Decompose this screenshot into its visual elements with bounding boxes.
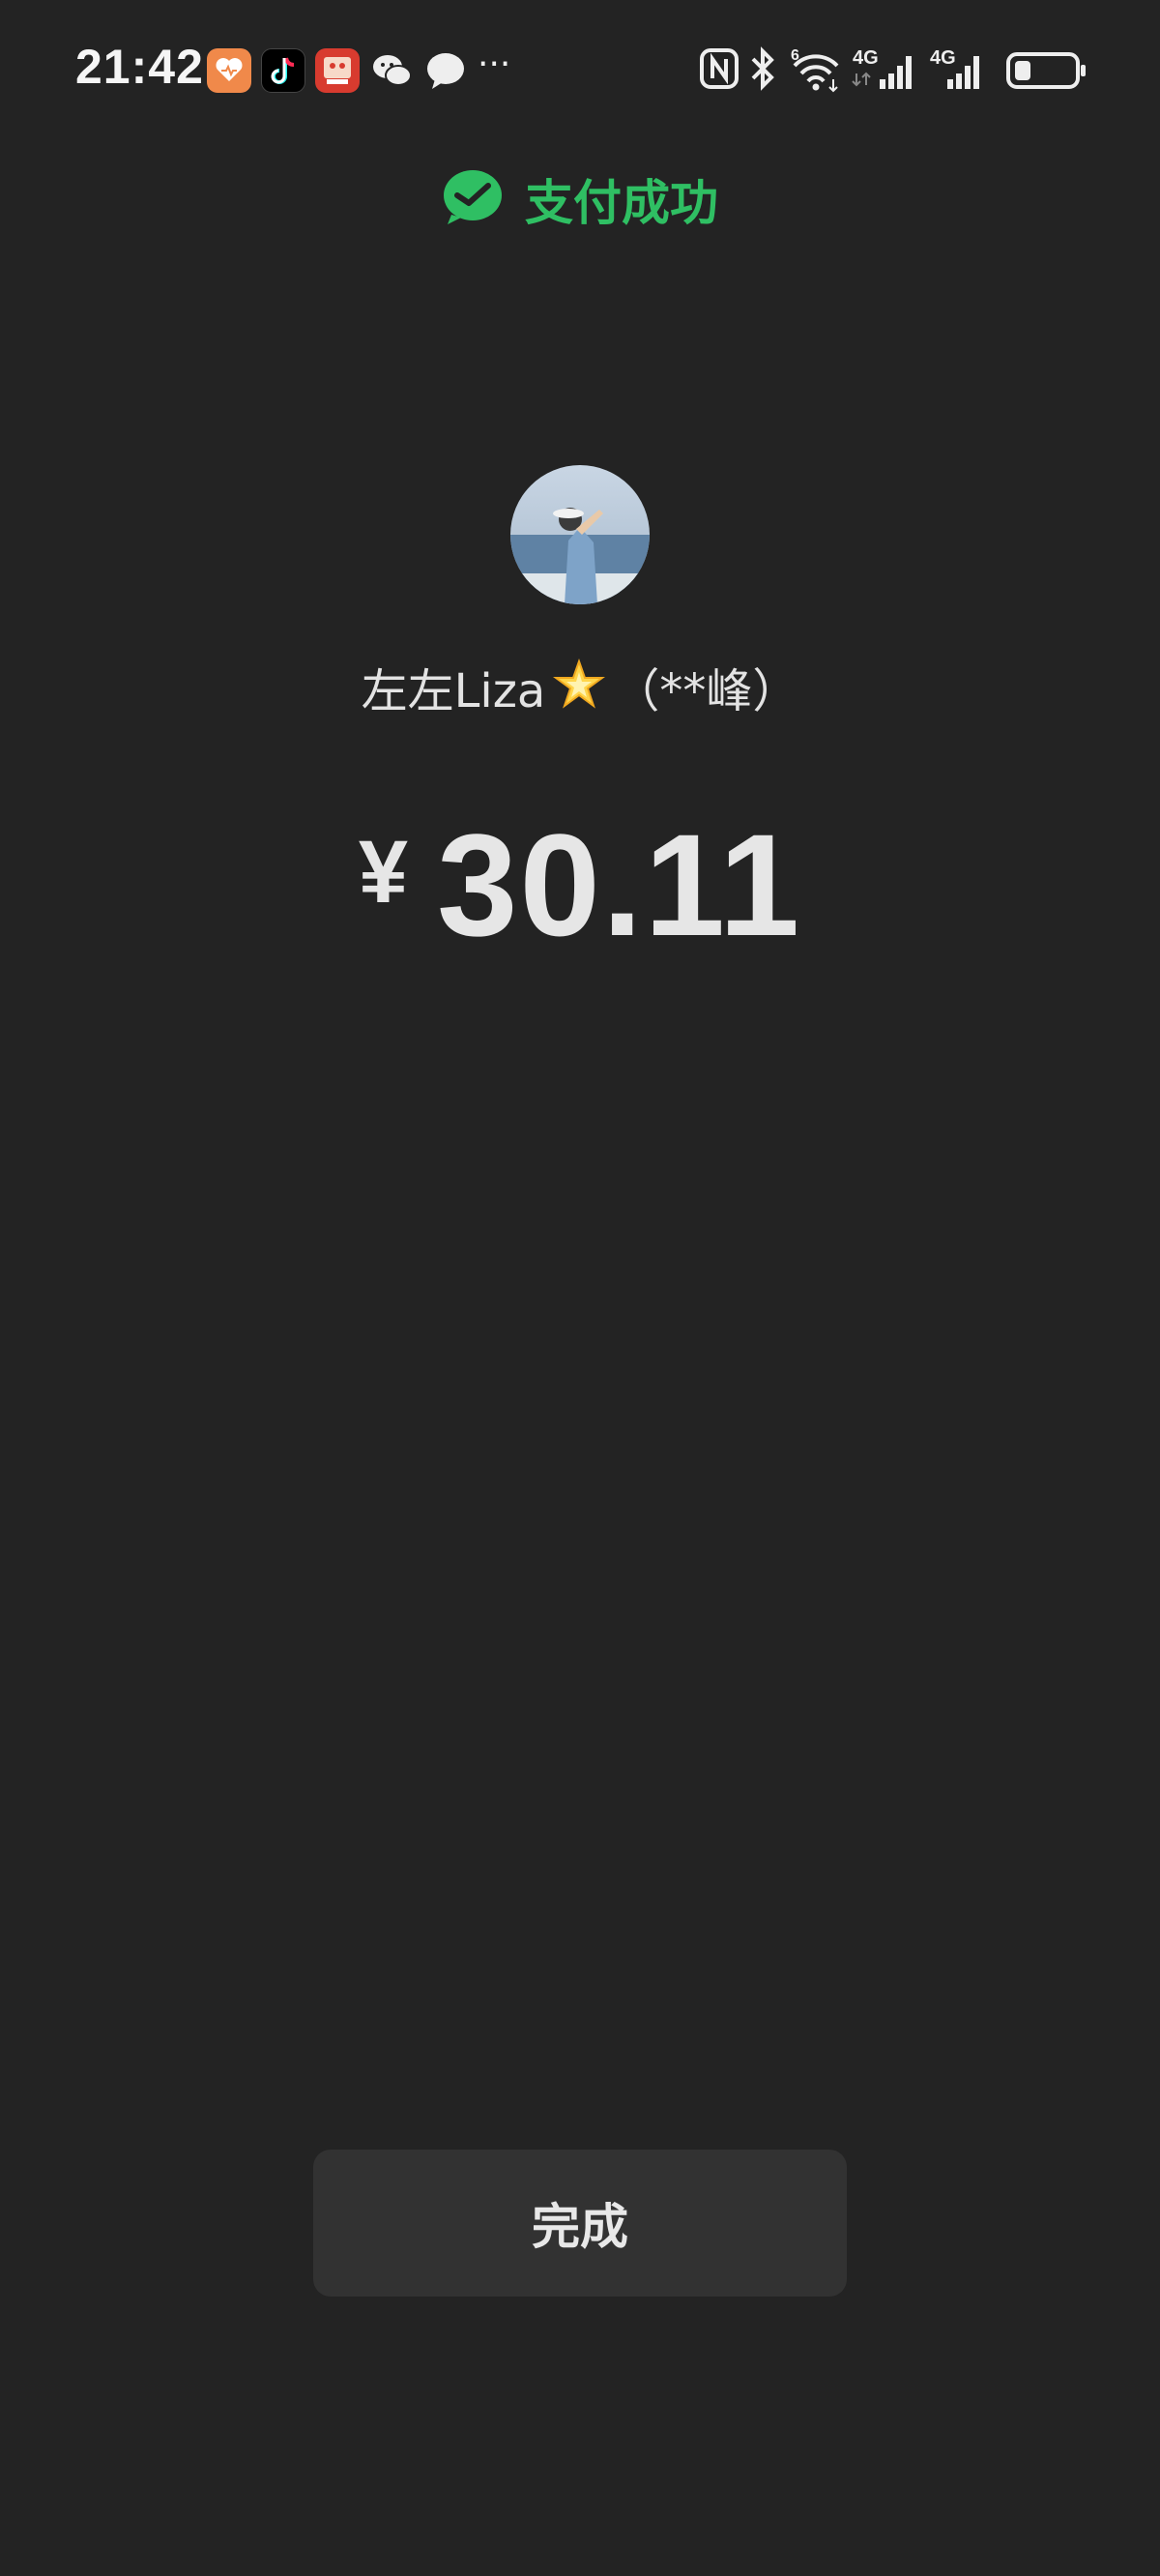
tiktok-icon [261, 48, 305, 93]
more-notifications-icon: ··· [478, 44, 511, 84]
signal-4g-icon: 4G [851, 46, 920, 97]
payee-info: 左左Liza （**峰） [0, 648, 1160, 725]
network-label: 4G [853, 47, 879, 69]
nfc-icon [700, 46, 739, 95]
red-app-icon [315, 48, 360, 93]
payee-avatar [510, 465, 650, 604]
done-button[interactable]: 完成 [313, 2150, 847, 2297]
currency-symbol: ¥ [358, 822, 409, 922]
network-label: 4G [930, 47, 956, 69]
payment-success-header: 支付成功 [0, 164, 1160, 234]
wechat-icon [369, 48, 414, 93]
health-app-icon [207, 48, 251, 93]
payee-masked-name: （**峰） [613, 664, 799, 718]
payment-amount: ¥ 30.11 [0, 804, 1160, 966]
payment-success-screen: 21:42 ··· 6 4G 4G 支付成功 左左Liza （**峰） ¥ 30… [0, 0, 1160, 2576]
payee-name: 左左Liza [361, 664, 546, 718]
amount-value: 30.11 [437, 803, 802, 966]
done-button-label: 完成 [532, 2200, 628, 2254]
star-emoji-icon [553, 658, 606, 715]
signal-4g-icon: 4G [928, 46, 998, 97]
message-icon [423, 48, 468, 93]
wifi-icon: 6 [791, 46, 845, 97]
status-bar: 21:42 ··· 6 4G 4G [0, 0, 1160, 145]
status-time: 21:42 [75, 40, 204, 94]
check-circle-icon [442, 168, 504, 230]
page-title: 支付成功 [525, 175, 718, 231]
battery-icon [1005, 46, 1087, 97]
bluetooth-icon [748, 46, 777, 95]
